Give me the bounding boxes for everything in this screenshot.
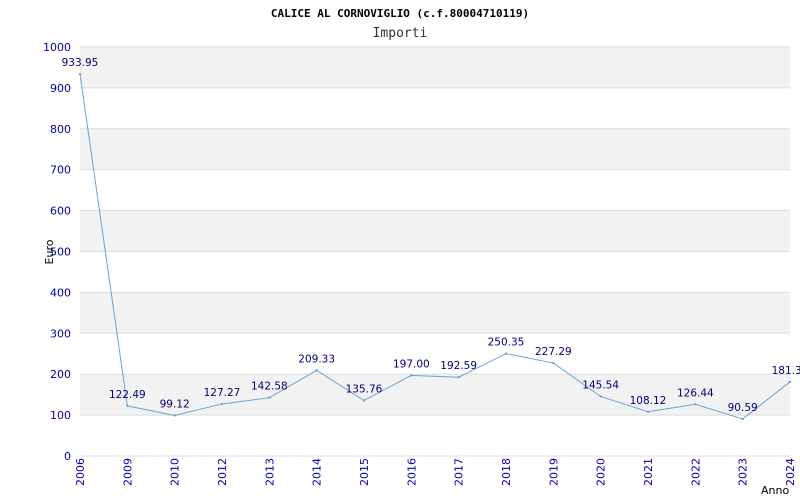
data-label: 99.12: [160, 398, 190, 410]
data-point: [410, 374, 413, 377]
y-tick-label: 100: [50, 409, 71, 422]
data-label: 933.95: [62, 57, 99, 69]
data-point: [552, 361, 555, 365]
line-chart: CALICE AL CORNOVIGLIO (c.f.80004710119) …: [43, 7, 800, 497]
x-tick-label: 2006: [74, 458, 87, 486]
data-label: 135.76: [346, 383, 383, 395]
data-label: 209.33: [298, 353, 335, 365]
data-label: 227.29: [535, 346, 572, 358]
data-point: [173, 414, 176, 417]
data-label: 108.12: [630, 395, 667, 407]
chart-subtitle: Importi: [373, 26, 428, 41]
data-point: [788, 380, 792, 384]
x-tick-label: 2015: [358, 458, 371, 486]
data-point: [268, 396, 271, 399]
grid-band: [80, 251, 790, 293]
y-tick-label: 400: [50, 286, 71, 299]
data-label: 145.54: [582, 379, 619, 391]
x-tick-label: 2017: [453, 458, 466, 486]
x-tick-label: 2021: [642, 458, 655, 486]
grid-band: [80, 87, 790, 129]
data-point: [599, 395, 602, 398]
x-tick-label: 2023: [737, 458, 750, 486]
y-tick-label: 300: [50, 327, 71, 340]
data-point: [220, 402, 224, 406]
data-label: 127.27: [204, 387, 241, 399]
data-point: [126, 404, 129, 408]
data-point: [741, 417, 744, 421]
data-label: 126.44: [677, 387, 714, 399]
data-label: 90.59: [728, 402, 758, 414]
x-tick-label: 2009: [121, 458, 134, 486]
grid-band: [80, 292, 790, 334]
data-label: 192.59: [440, 360, 477, 372]
grid-band: [80, 333, 790, 375]
data-point: [504, 352, 508, 355]
y-tick-label: 800: [50, 123, 71, 136]
x-axis-label: Anno: [761, 484, 789, 497]
y-tick-label: 700: [50, 164, 71, 177]
grid-band: [80, 128, 790, 170]
x-tick-label: 2020: [595, 458, 608, 486]
x-tick-label: 2010: [169, 458, 182, 486]
data-label: 122.49: [109, 389, 146, 401]
data-point: [78, 72, 82, 76]
y-tick-label: 0: [64, 450, 71, 463]
grid-band: [80, 415, 790, 456]
y-tick-label: 600: [50, 205, 71, 218]
data-point: [362, 399, 366, 402]
y-tick-label: 900: [50, 82, 71, 95]
grid-band: [80, 210, 790, 252]
x-tick-label: 2019: [547, 458, 560, 486]
x-tick-label: 2018: [500, 458, 513, 486]
data-point: [457, 376, 460, 379]
data-point: [646, 410, 650, 413]
data-point: [694, 403, 697, 406]
data-label: 250.35: [488, 337, 525, 349]
grid-band: [80, 169, 790, 211]
x-axis: 2006 2009 2010 2012 2013 2014 2015 2016 2017 2018…: [74, 458, 797, 486]
y-tick-label: 200: [50, 368, 71, 381]
y-axis-label: Euro: [43, 239, 56, 264]
x-tick-label: 2016: [405, 458, 418, 486]
x-tick-label: 2012: [216, 458, 229, 486]
x-tick-label: 2024: [784, 458, 797, 486]
x-tick-label: 2013: [263, 458, 276, 486]
chart-title: CALICE AL CORNOVIGLIO (c.f.80004710119): [271, 7, 529, 20]
grid-band: [80, 47, 790, 88]
data-label: 197.00: [393, 358, 430, 370]
x-tick-label: 2022: [689, 458, 702, 486]
x-tick-label: 2014: [311, 458, 324, 486]
y-tick-label: 1000: [43, 41, 71, 54]
data-label: 181.37: [772, 365, 800, 377]
data-point: [315, 369, 318, 372]
data-label: 142.58: [251, 381, 288, 393]
